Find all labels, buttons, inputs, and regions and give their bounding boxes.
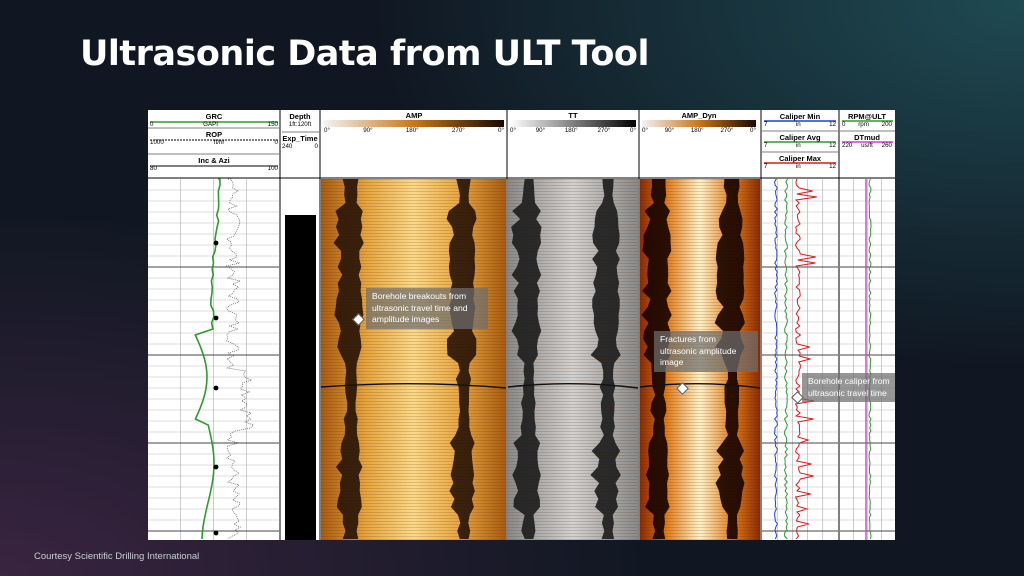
rpm-max: 200: [881, 121, 892, 128]
rop-max: 0: [274, 139, 278, 146]
depth-title: Depth: [289, 112, 311, 121]
calmin-title: Caliper Min: [779, 112, 821, 121]
calmax-max: 12: [829, 163, 836, 170]
incazi-title: Inc & Azi: [198, 156, 230, 165]
incazi-min: 80: [150, 165, 157, 172]
tt-colorbar: [510, 120, 636, 127]
calavg-unit: in: [795, 142, 801, 149]
exposure-time-bar: [285, 215, 316, 540]
incazi-max: 100: [267, 165, 278, 172]
tt-ticks: 0° 90° 180° 270° 0°: [510, 127, 636, 135]
survey-point: [213, 315, 219, 321]
dtmud-min: 220: [842, 142, 853, 149]
calavg-title: Caliper Avg: [779, 133, 821, 142]
tt-tick: 0°: [630, 127, 636, 134]
grc-header: GRC 0 GAPI 150: [150, 112, 278, 129]
caliper-max-curve: [794, 178, 817, 540]
amp-tick: 0°: [324, 127, 330, 134]
survey-point: [213, 464, 219, 470]
grc-max: 150: [267, 121, 278, 128]
dtmud-title: DTmud: [854, 133, 880, 142]
rpm-curve: [868, 178, 872, 540]
amp-ticks: 0° 90° 180° 270° 0°: [324, 127, 504, 135]
fractures-callout: Fractures from ultrasonic amplitude imag…: [654, 331, 758, 372]
calmin-unit: in: [795, 121, 801, 128]
calmax-min: 7: [764, 163, 768, 170]
slide-title: Ultrasonic Data from ULT Tool: [80, 34, 649, 74]
amp-colorbar: [324, 120, 504, 127]
grc-min: 0: [150, 121, 154, 128]
depth-scale: 1ft:120ft: [288, 121, 312, 128]
ampdyn-tick: 0°: [642, 127, 648, 134]
rop-unit: ft/hr: [213, 139, 225, 146]
amp-header: AMP: [324, 111, 504, 120]
calmax-unit: in: [795, 163, 801, 170]
calavg-max: 12: [829, 142, 836, 149]
calmax-header: Caliper Max 7 in 12: [764, 154, 836, 171]
tt-header: TT: [510, 111, 636, 120]
grc-unit: GAPI: [203, 121, 218, 128]
dtmud-max: 260: [881, 142, 892, 149]
exptime-min: 240: [282, 143, 293, 150]
ampdyn-tick: 0°: [750, 127, 756, 134]
amp-tick: 270°: [451, 127, 465, 134]
rpm-header: RPM@ULT 0 rpm 200: [842, 112, 892, 129]
calmin-header: Caliper Min 7 in 12: [764, 112, 836, 129]
ampdyn-ticks: 0° 90° 180° 270° 0°: [642, 127, 756, 135]
amp-tick: 0°: [498, 127, 504, 134]
ampdyn-tick: 270°: [720, 127, 734, 134]
rop-min: 1000: [150, 139, 164, 146]
depth-header: Depth 1ft:120ft: [282, 112, 318, 129]
rop-header: ROP 1000 ft/hr 0: [150, 130, 278, 147]
ampdyn-tick: 180°: [690, 127, 704, 134]
tt-tick: 0°: [510, 127, 516, 134]
calmin-min: 7: [764, 121, 768, 128]
dtmud-header: DTmud 220 us/ft 260: [842, 133, 892, 150]
exptime-header: Exp_Time 240 0: [282, 134, 318, 151]
caliper-avg-curve: [783, 178, 789, 540]
exptime-max: 0: [314, 143, 318, 150]
amp-tick: 90°: [363, 127, 373, 134]
survey-point: [213, 530, 219, 536]
tt-tick: 90°: [535, 127, 546, 134]
ampdyn-title: AMP_Dyn: [681, 111, 717, 120]
tt-title: TT: [568, 111, 578, 120]
rpm-title: RPM@ULT: [847, 112, 886, 121]
calavg-min: 7: [764, 142, 768, 149]
calmin-max: 12: [829, 121, 836, 128]
rop-title: ROP: [205, 130, 223, 139]
amp-title: AMP: [405, 111, 423, 120]
breakouts-callout: Borehole breakouts from ultrasonic trave…: [366, 288, 488, 329]
ampdyn-colorbar: [642, 120, 756, 127]
well-log-plot: GRC 0 GAPI 150 ROP 1000 ft/hr 0 Inc & Azi 80…: [148, 110, 895, 540]
caliper-callout: Borehole caliper from ultrasonic travel …: [802, 373, 895, 402]
rop-curve: [225, 178, 255, 540]
ampdyn-header: AMP_Dyn: [642, 111, 756, 120]
tt-tick: 270°: [597, 127, 611, 134]
rpm-min: 0: [842, 121, 846, 128]
survey-point: [213, 385, 219, 391]
ampdyn-tick: 90°: [664, 127, 675, 134]
grc-title: GRC: [205, 112, 223, 121]
grc-curve: [194, 178, 221, 540]
calavg-header: Caliper Avg 7 in 12: [764, 133, 836, 150]
image-credit: Courtesy Scientific Drilling Internation…: [34, 551, 200, 562]
tt-tick: 180°: [564, 127, 578, 134]
exptime-title: Exp_Time: [282, 134, 318, 143]
survey-point: [213, 240, 219, 246]
incazi-header: Inc & Azi 80 100: [150, 156, 278, 173]
log-graphics: [148, 110, 895, 540]
dtmud-unit: us/ft: [861, 142, 873, 149]
calmax-title: Caliper Max: [778, 154, 822, 163]
rpm-unit: rpm: [858, 121, 869, 128]
amp-tick: 180°: [405, 127, 419, 134]
